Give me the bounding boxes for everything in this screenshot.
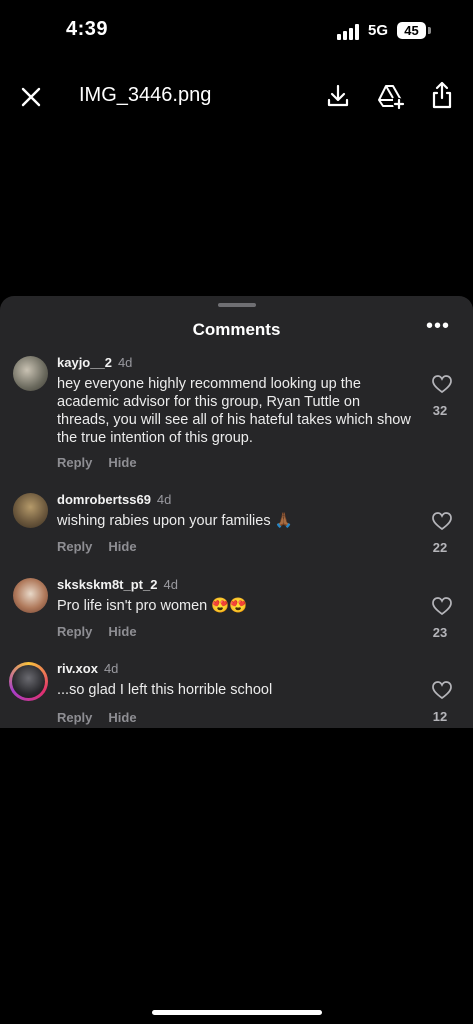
comment-username[interactable]: riv.xox xyxy=(57,661,98,676)
sheet-title: Comments xyxy=(192,320,281,339)
close-icon[interactable] xyxy=(18,84,44,110)
like-count: 23 xyxy=(432,625,448,640)
comments-sheet: Comments ••• kayjo__2 4d hey everyone hig… xyxy=(0,296,473,728)
home-indicator[interactable] xyxy=(152,1010,322,1015)
comment-actions: Reply Hide xyxy=(57,455,153,470)
heart-icon[interactable] xyxy=(431,596,453,616)
hide-button[interactable]: Hide xyxy=(108,539,136,554)
viewer-toolbar: IMG_3446.png xyxy=(0,74,473,118)
share-icon[interactable] xyxy=(428,80,456,110)
comment-text: Pro life isn't pro women 😍😍 xyxy=(57,598,248,614)
like-count: 32 xyxy=(432,403,448,418)
drive-add-icon[interactable] xyxy=(376,82,406,110)
signal-icon xyxy=(337,24,359,40)
network-label: 5G xyxy=(368,22,389,39)
comment-username[interactable]: domrobertss69 xyxy=(57,492,151,507)
hide-button[interactable]: Hide xyxy=(108,710,136,725)
battery-icon: 45 xyxy=(397,22,426,39)
comment-age: 4d xyxy=(103,661,119,676)
heart-icon[interactable] xyxy=(431,680,453,700)
comment-actions: Reply Hide xyxy=(57,710,153,725)
download-icon[interactable] xyxy=(324,82,352,110)
comment-text: wishing rabies upon your families 🙏🏾 xyxy=(57,513,293,529)
avatar[interactable] xyxy=(9,662,48,701)
comment-meta: kayjo__2 4d xyxy=(57,355,132,370)
comment-age: 4d xyxy=(156,492,172,507)
comment-age: 4d xyxy=(117,355,133,370)
file-title: IMG_3446.png xyxy=(79,84,212,106)
comment-meta: riv.xox 4d xyxy=(57,661,118,676)
comment-actions: Reply Hide xyxy=(57,624,153,639)
comment-meta: skskskm8t_pt_2 4d xyxy=(57,577,178,592)
comment-age: 4d xyxy=(163,577,178,592)
comment-text: hey everyone highly recommend looking up… xyxy=(57,376,411,446)
sheet-grabber[interactable] xyxy=(218,303,256,307)
comment-username[interactable]: skskskm8t_pt_2 xyxy=(57,577,157,592)
battery-tip xyxy=(428,27,431,34)
reply-button[interactable]: Reply xyxy=(57,624,92,639)
like-count: 22 xyxy=(432,540,448,555)
comment-actions: Reply Hide xyxy=(57,539,153,554)
reply-button[interactable]: Reply xyxy=(57,455,92,470)
comment-username[interactable]: kayjo__2 xyxy=(57,355,112,370)
comment-meta: domrobertss69 4d xyxy=(57,492,171,507)
hide-button[interactable]: Hide xyxy=(108,455,136,470)
reply-button[interactable]: Reply xyxy=(57,539,92,554)
avatar[interactable] xyxy=(13,356,48,391)
heart-icon[interactable] xyxy=(431,511,453,531)
more-icon[interactable]: ••• xyxy=(426,316,449,336)
status-bar: 4:39 5G 45 xyxy=(0,0,473,60)
like-count: 12 xyxy=(432,709,448,724)
status-time: 4:39 xyxy=(66,18,109,40)
reply-button[interactable]: Reply xyxy=(57,710,92,725)
avatar[interactable] xyxy=(13,578,48,613)
hide-button[interactable]: Hide xyxy=(108,624,136,639)
avatar[interactable] xyxy=(13,493,48,528)
heart-icon[interactable] xyxy=(431,374,453,394)
comment-text: ...so glad I left this horrible school xyxy=(57,682,273,698)
